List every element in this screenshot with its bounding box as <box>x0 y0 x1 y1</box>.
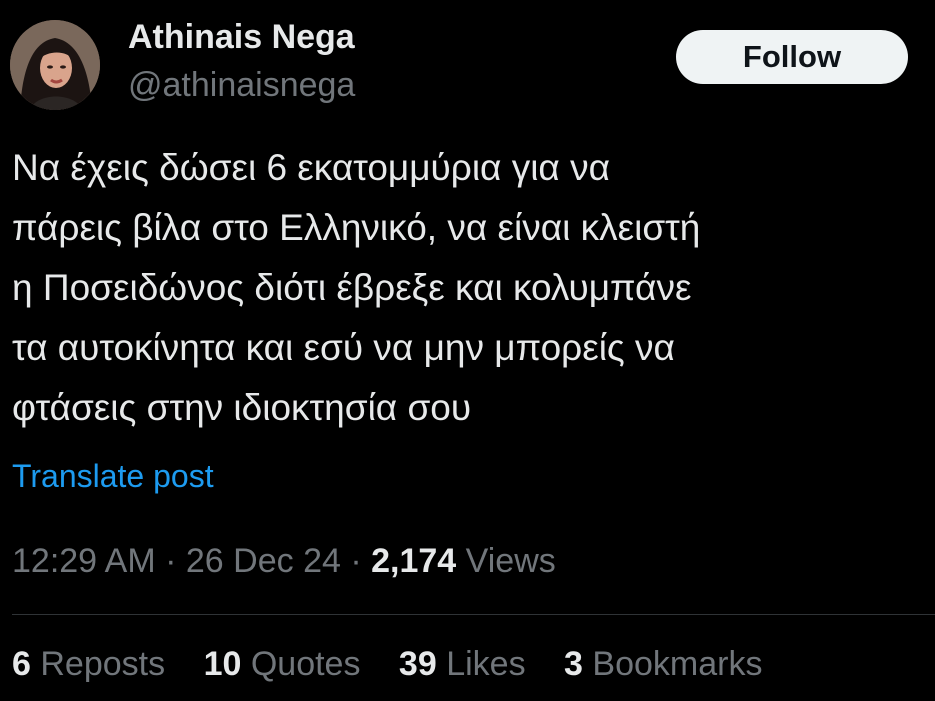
reposts-stat[interactable]: 6 Reposts <box>12 645 165 683</box>
likes-label: Likes <box>446 645 526 683</box>
bookmarks-stat[interactable]: 3 Bookmarks <box>564 645 762 683</box>
likes-stat[interactable]: 39 Likes <box>399 645 526 683</box>
reposts-label: Reposts <box>40 645 166 683</box>
tweet-date[interactable]: 26 Dec 24 <box>186 542 341 580</box>
tweet-text-line: τα αυτοκίνητα και εσύ να μην μπορείς να <box>12 327 675 368</box>
likes-count: 39 <box>398 645 437 683</box>
tweet-text-line: η Ποσειδώνος διότι έβρεξε και κολυμπάνε <box>12 267 692 308</box>
tweet-time[interactable]: 12:29 AM <box>12 542 156 580</box>
divider <box>12 614 935 615</box>
tweet-text-line: φτάσεις στην ιδιοκτησία σου <box>12 387 472 428</box>
views-count: 2,174 <box>371 542 457 580</box>
tweet-text: Να έχεις δώσει 6 εκατομμύρια για να πάρε… <box>12 138 932 438</box>
views-label: Views <box>465 542 556 580</box>
meta-separator: · <box>165 542 177 580</box>
avatar[interactable] <box>10 20 100 110</box>
bookmarks-label: Bookmarks <box>592 645 763 683</box>
quotes-count: 10 <box>203 645 242 683</box>
tweet-meta: 12:29 AM · 26 Dec 24 · 2,174 Views <box>12 542 556 581</box>
bookmarks-count: 3 <box>564 645 583 683</box>
reposts-count: 6 <box>12 645 31 683</box>
author-display-name[interactable]: Athinais Nega <box>128 18 355 57</box>
author-handle[interactable]: @athinaisnega <box>128 66 355 105</box>
follow-button[interactable]: Follow <box>676 30 908 84</box>
tweet-text-line: πάρεις βίλα στο Ελληνικό, να είναι κλεισ… <box>12 207 701 248</box>
tweet-text-line: Να έχεις δώσει 6 εκατομμύρια για να <box>12 147 610 188</box>
engagement-stats: 6 Reposts 10 Quotes 39 Likes 3 Bookmarks <box>12 645 762 684</box>
profile-photo-icon <box>10 20 100 110</box>
meta-separator: · <box>350 542 362 580</box>
quotes-label: Quotes <box>250 645 361 683</box>
quotes-stat[interactable]: 10 Quotes <box>204 645 361 683</box>
translate-post-link[interactable]: Translate post <box>12 458 214 495</box>
